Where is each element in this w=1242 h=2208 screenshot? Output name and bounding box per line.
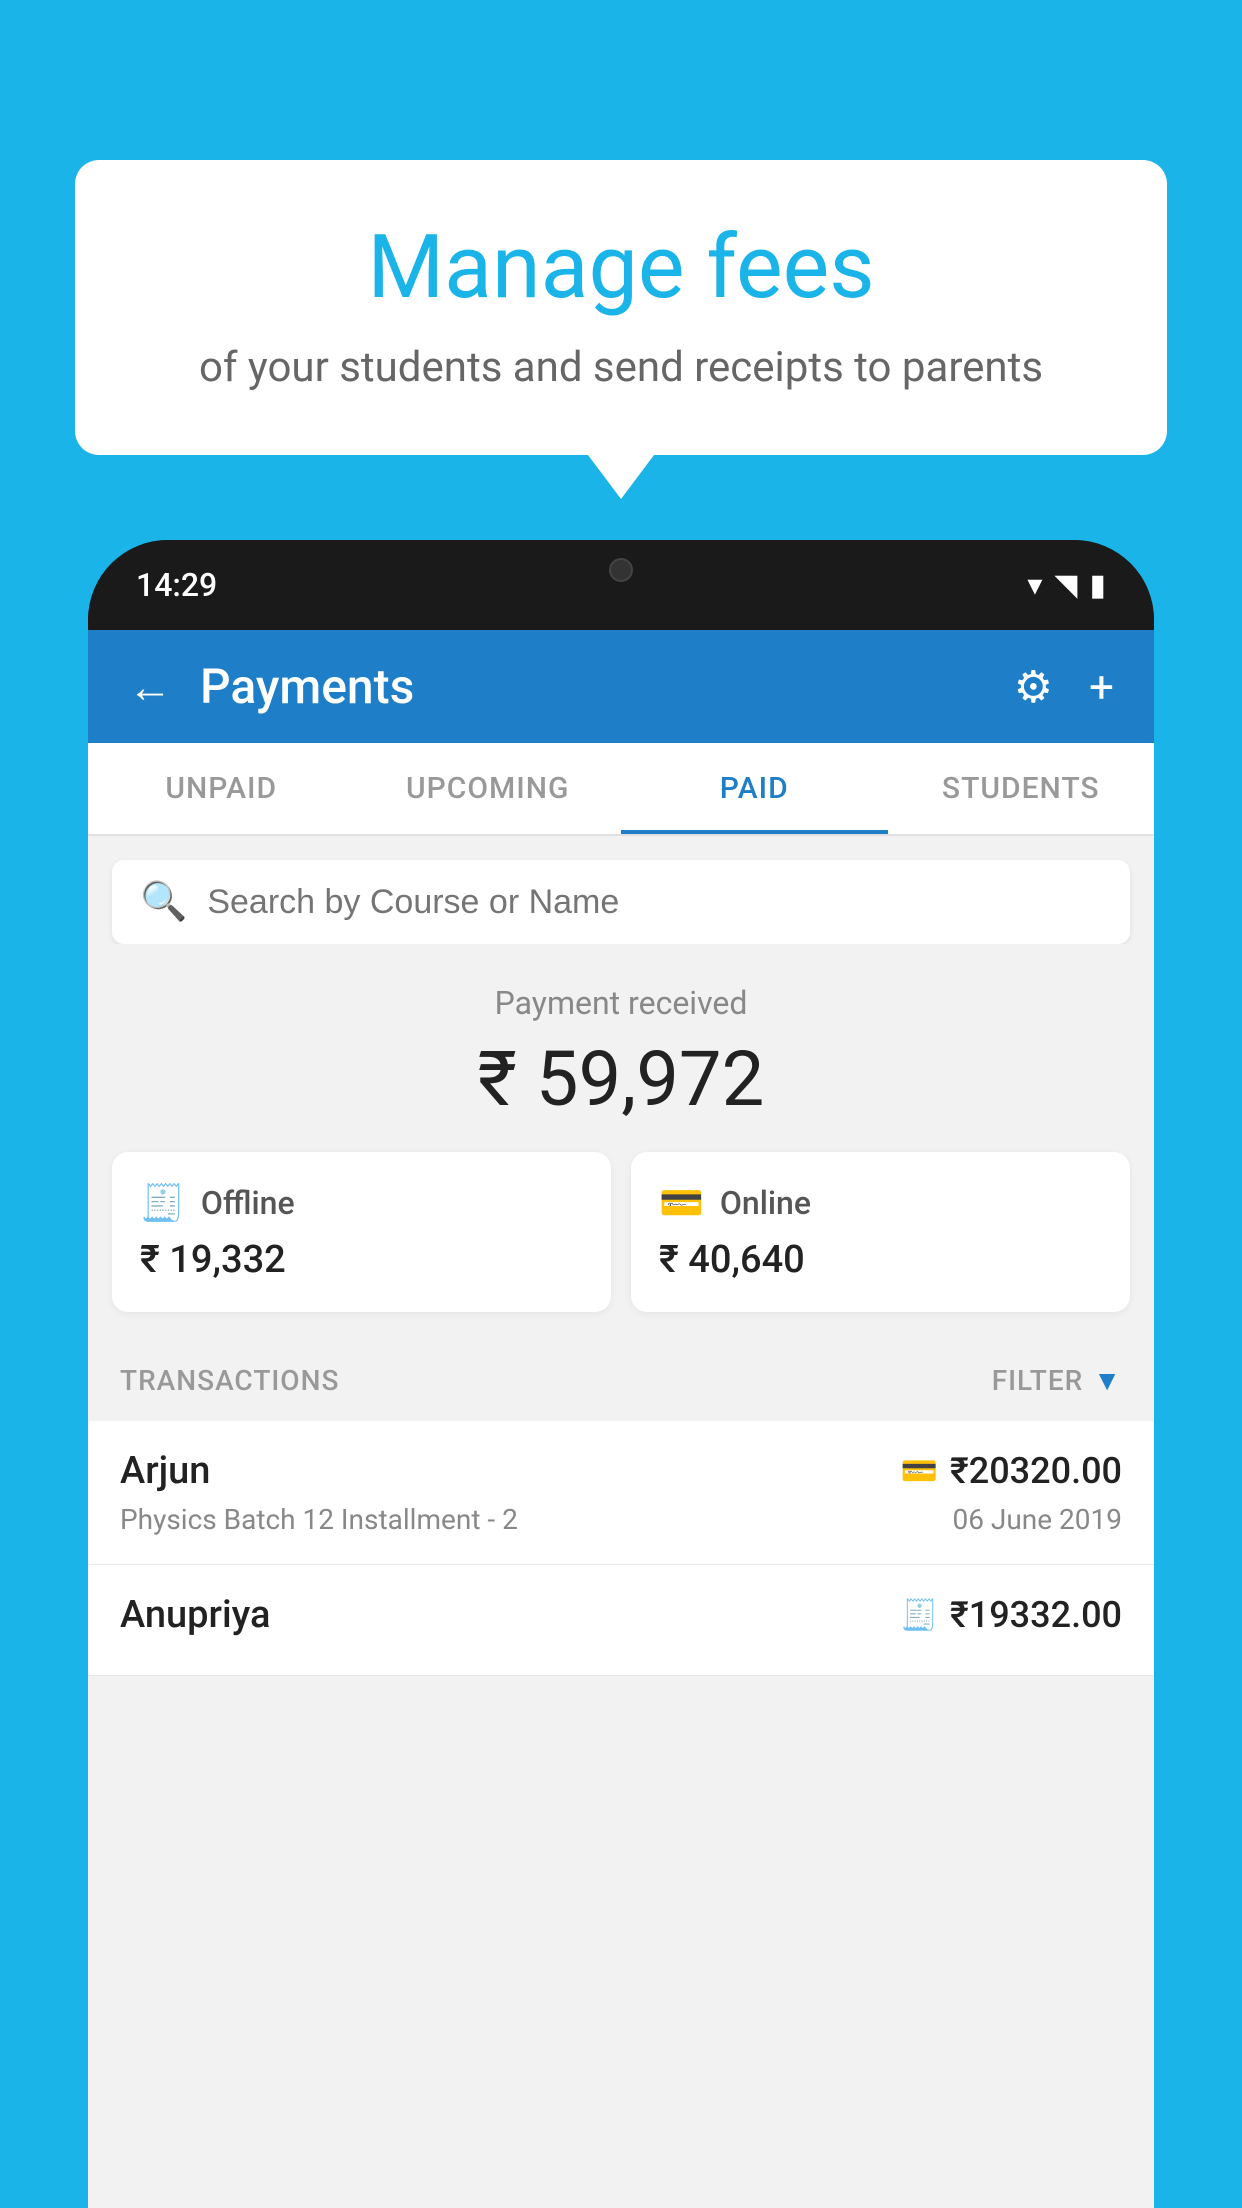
online-label: Online bbox=[720, 1184, 811, 1222]
transaction-bottom-1: Physics Batch 12 Installment - 2 06 June… bbox=[120, 1503, 1122, 1536]
speech-bubble-container: Manage fees of your students and send re… bbox=[75, 160, 1167, 455]
add-icon[interactable]: + bbox=[1089, 661, 1114, 713]
offline-label: Offline bbox=[201, 1184, 295, 1222]
online-amount: ₹ 40,640 bbox=[659, 1238, 1102, 1282]
transaction-name-2: Anupriya bbox=[120, 1593, 270, 1637]
transaction-row-2[interactable]: Anupriya 🧾 ₹19332.00 bbox=[88, 1565, 1154, 1676]
transaction-top-1: Arjun 💳 ₹20320.00 bbox=[120, 1449, 1122, 1493]
search-bar[interactable]: 🔍 bbox=[112, 860, 1130, 944]
transaction-row[interactable]: Arjun 💳 ₹20320.00 Physics Batch 12 Insta… bbox=[88, 1421, 1154, 1565]
payment-amount: ₹ 59,972 bbox=[112, 1034, 1130, 1124]
header-left: ← Payments bbox=[128, 658, 414, 715]
tab-students[interactable]: STUDENTS bbox=[888, 743, 1155, 834]
tab-paid[interactable]: PAID bbox=[621, 743, 888, 834]
filter-button[interactable]: FILTER ▼ bbox=[992, 1364, 1122, 1397]
transaction-name-1: Arjun bbox=[120, 1449, 210, 1493]
speech-bubble: Manage fees of your students and send re… bbox=[75, 160, 1167, 455]
transaction-top-2: Anupriya 🧾 ₹19332.00 bbox=[120, 1593, 1122, 1637]
battery-icon: ▮ bbox=[1089, 568, 1106, 603]
page-title: Payments bbox=[200, 658, 414, 715]
app-header: ← Payments ⚙ + bbox=[88, 630, 1154, 743]
status-icons: ▾ ◥ ▮ bbox=[1027, 568, 1106, 603]
payment-cards: 🧾 Offline ₹ 19,332 💳 Online ₹ 40,640 bbox=[88, 1152, 1154, 1340]
payment-type-icon-2: 🧾 bbox=[901, 1598, 938, 1633]
online-icon: 💳 bbox=[659, 1182, 704, 1224]
tab-unpaid[interactable]: UNPAID bbox=[88, 743, 355, 834]
transaction-desc-1: Physics Batch 12 Installment - 2 bbox=[120, 1503, 518, 1536]
online-card: 💳 Online ₹ 40,640 bbox=[631, 1152, 1130, 1312]
transactions-label: TRANSACTIONS bbox=[120, 1364, 339, 1397]
bubble-subtitle: of your students and send receipts to pa… bbox=[155, 341, 1087, 396]
online-card-header: 💳 Online bbox=[659, 1182, 1102, 1224]
wifi-icon: ▾ bbox=[1027, 568, 1042, 603]
phone-frame: 14:29 ▾ ◥ ▮ ← Payments ⚙ + UNPAID UPCOMI… bbox=[88, 540, 1154, 2208]
search-input[interactable] bbox=[207, 883, 1102, 922]
search-icon: 🔍 bbox=[140, 880, 187, 924]
offline-card: 🧾 Offline ₹ 19,332 bbox=[112, 1152, 611, 1312]
phone-camera bbox=[609, 558, 633, 582]
back-button[interactable]: ← bbox=[128, 665, 172, 709]
signal-icon: ◥ bbox=[1054, 568, 1077, 603]
bubble-title: Manage fees bbox=[155, 220, 1087, 317]
transaction-amount-wrap-1: 💳 ₹20320.00 bbox=[901, 1450, 1122, 1492]
gear-icon[interactable]: ⚙ bbox=[1014, 661, 1053, 713]
tabs-bar: UNPAID UPCOMING PAID STUDENTS bbox=[88, 743, 1154, 836]
app-screen: ← Payments ⚙ + UNPAID UPCOMING PAID STUD… bbox=[88, 630, 1154, 2208]
payment-label: Payment received bbox=[112, 984, 1130, 1022]
transaction-amount-wrap-2: 🧾 ₹19332.00 bbox=[901, 1594, 1122, 1636]
transaction-amount-2: ₹19332.00 bbox=[950, 1594, 1122, 1636]
filter-icon: ▼ bbox=[1093, 1364, 1122, 1397]
payment-type-icon-1: 💳 bbox=[901, 1454, 938, 1489]
transactions-header: TRANSACTIONS FILTER ▼ bbox=[88, 1340, 1154, 1421]
filter-label: FILTER bbox=[992, 1364, 1084, 1397]
offline-icon: 🧾 bbox=[140, 1182, 185, 1224]
transaction-date-1: 06 June 2019 bbox=[952, 1503, 1122, 1536]
phone-time: 14:29 bbox=[136, 566, 217, 604]
status-bar: 14:29 ▾ ◥ ▮ bbox=[88, 540, 1154, 630]
phone-notch bbox=[531, 540, 711, 600]
offline-amount: ₹ 19,332 bbox=[140, 1238, 583, 1282]
offline-card-header: 🧾 Offline bbox=[140, 1182, 583, 1224]
tab-upcoming[interactable]: UPCOMING bbox=[355, 743, 622, 834]
header-right: ⚙ + bbox=[1014, 661, 1114, 713]
transaction-amount-1: ₹20320.00 bbox=[950, 1450, 1122, 1492]
payment-summary: Payment received ₹ 59,972 bbox=[88, 944, 1154, 1152]
